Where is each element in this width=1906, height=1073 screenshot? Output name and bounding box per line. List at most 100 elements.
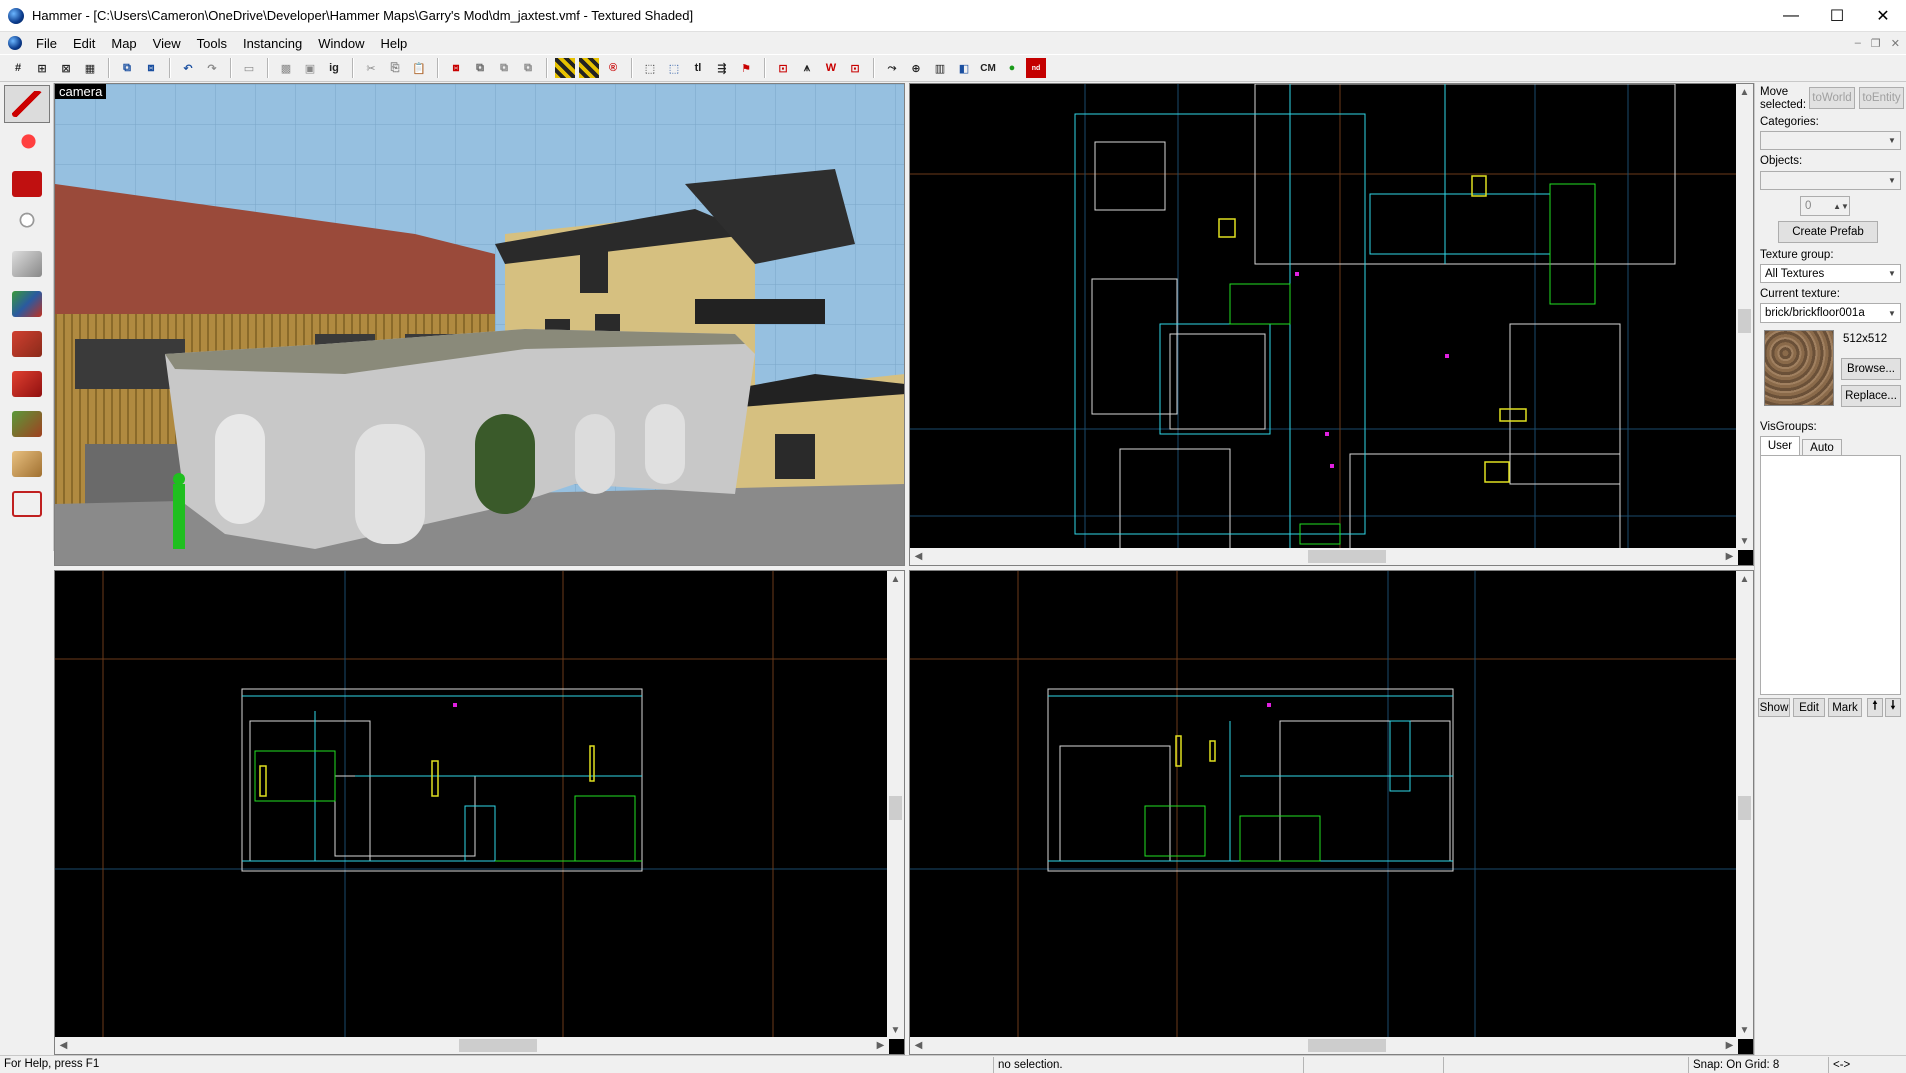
scroll-up-arrow-icon[interactable]: ▲	[1736, 571, 1753, 588]
texture-group-dropdown[interactable]: All Textures ▼	[1760, 264, 1901, 283]
vertex-tool-icon[interactable]: ⤳	[882, 58, 902, 78]
selection-tool[interactable]	[4, 85, 50, 123]
tool-brush-icon[interactable]: ⧈	[446, 58, 466, 78]
menu-view[interactable]: View	[145, 36, 189, 51]
visgroups-list[interactable]	[1760, 455, 1901, 695]
menu-map[interactable]: Map	[103, 36, 144, 51]
grid-3d-icon[interactable]: ▦	[80, 58, 100, 78]
to-world-button[interactable]: toWorld	[1809, 87, 1855, 109]
check-problems-icon[interactable]: ⊡	[845, 58, 865, 78]
menu-instancing[interactable]: Instancing	[235, 36, 310, 51]
scroll-down-arrow-icon[interactable]: ▼	[1736, 1022, 1753, 1039]
scrollbar-thumb[interactable]	[1308, 550, 1386, 563]
group-icon[interactable]: ⧈	[141, 58, 161, 78]
snap-grid-icon[interactable]: ▣	[300, 58, 320, 78]
scroll-left-arrow-icon[interactable]: ◀	[55, 1037, 72, 1054]
menu-help[interactable]: Help	[372, 36, 415, 51]
toggle-flags-icon[interactable]: ⚑	[736, 58, 756, 78]
show-button[interactable]: Show	[1758, 698, 1790, 717]
ignore-group-icon[interactable]: ig	[324, 58, 344, 78]
minimize-button[interactable]: —	[1768, 0, 1814, 32]
view-3d-icon[interactable]: ⊕	[906, 58, 926, 78]
create-prefab-button[interactable]: Create Prefab	[1778, 221, 1878, 243]
front-view-horizontal-scrollbar[interactable]: ◀ ▶	[55, 1037, 889, 1054]
mark-button[interactable]: Mark	[1828, 698, 1862, 717]
tool-entity-icon[interactable]: ⧉	[470, 58, 490, 78]
scroll-right-arrow-icon[interactable]: ▶	[1721, 1037, 1738, 1054]
scroll-right-arrow-icon[interactable]: ▶	[872, 1037, 889, 1054]
menu-tools[interactable]: Tools	[189, 36, 235, 51]
menu-window[interactable]: Window	[310, 36, 372, 51]
auto-selection-icon[interactable]: ⬚	[664, 58, 684, 78]
compile-icon[interactable]: ⊡	[773, 58, 793, 78]
scroll-down-arrow-icon[interactable]: ▼	[1736, 533, 1753, 550]
grid-larger-icon[interactable]: ⊠	[56, 58, 76, 78]
menu-edit[interactable]: Edit	[65, 36, 103, 51]
copy-icon[interactable]: ⎘	[385, 58, 405, 78]
cordon-icon[interactable]: ⩚	[797, 58, 817, 78]
scroll-up-arrow-icon[interactable]: ▲	[1736, 84, 1753, 101]
spin-arrows-icon[interactable]: ▲▼	[1833, 197, 1849, 215]
grid-smaller-icon[interactable]: ⊞	[32, 58, 52, 78]
entity-tool[interactable]	[4, 205, 50, 243]
selection-box-icon[interactable]: ⬚	[640, 58, 660, 78]
overlay-tool[interactable]	[4, 405, 50, 443]
decal-tool[interactable]	[4, 365, 50, 403]
clipping-tool[interactable]	[4, 445, 50, 483]
close-button[interactable]: ✕	[1860, 0, 1906, 32]
paste-icon[interactable]: 📋	[409, 58, 429, 78]
toggle-helpers-icon[interactable]: tl	[688, 58, 708, 78]
mdi-close-button[interactable]: ✕	[1891, 37, 1900, 50]
scroll-up-arrow-icon[interactable]: ▲	[887, 571, 904, 588]
front-view-vertical-scrollbar[interactable]: ▲ ▼	[887, 571, 904, 1039]
texture-application-tool[interactable]	[4, 285, 50, 323]
scrollbar-thumb[interactable]	[1308, 1039, 1386, 1052]
move-up-button[interactable]: 🠕	[1867, 698, 1883, 717]
tab-auto[interactable]: Auto	[1802, 439, 1842, 455]
scrollbar-thumb[interactable]	[459, 1039, 537, 1052]
vertex-manipulation-tool[interactable]	[4, 485, 50, 523]
front-2d-viewport[interactable]: ▲ ▼ ◀ ▶	[54, 570, 905, 1055]
scrollbar-thumb[interactable]	[1738, 796, 1751, 820]
mdi-minimize-button[interactable]: –	[1855, 37, 1861, 49]
top-view-horizontal-scrollbar[interactable]: ◀ ▶	[910, 548, 1738, 565]
current-texture-dropdown[interactable]: brick/brickfloor001a ▼	[1760, 303, 1901, 323]
texture-lock-icon[interactable]	[555, 58, 575, 78]
camera-viewport[interactable]: camera	[54, 83, 905, 566]
grid-toggle-icon[interactable]: #	[8, 58, 28, 78]
scrollbar-thumb[interactable]	[1738, 309, 1751, 333]
tab-user[interactable]: User	[1760, 436, 1800, 455]
lightmap-icon[interactable]: ◧	[954, 58, 974, 78]
texture-scale-lock-icon[interactable]	[579, 58, 599, 78]
run-map-icon[interactable]: W	[821, 58, 841, 78]
categories-dropdown[interactable]: ▼	[1760, 131, 1901, 150]
scrollbar-thumb[interactable]	[889, 796, 902, 820]
leaf-icon[interactable]: ●	[1002, 58, 1022, 78]
side-view-vertical-scrollbar[interactable]: ▲ ▼	[1736, 571, 1753, 1039]
menu-file[interactable]: File	[28, 36, 65, 51]
undo-icon[interactable]: ↶	[178, 58, 198, 78]
maximize-button[interactable]: ☐	[1814, 0, 1860, 32]
toggle-models-icon[interactable]: ⇶	[712, 58, 732, 78]
edit-button[interactable]: Edit	[1793, 698, 1825, 717]
redo-icon[interactable]: ↷	[202, 58, 222, 78]
apply-current-texture-tool[interactable]	[4, 325, 50, 363]
cubemap-icon[interactable]: CM	[978, 58, 998, 78]
magnify-tool[interactable]	[4, 125, 50, 163]
scroll-left-arrow-icon[interactable]: ◀	[910, 1037, 927, 1054]
count-spinner[interactable]: 0 ▲▼	[1800, 196, 1850, 216]
side-2d-viewport[interactable]: ▲ ▼ ◀ ▶	[909, 570, 1754, 1055]
tool-ungroup-icon[interactable]: ⧉	[518, 58, 538, 78]
nodraw-icon[interactable]: nd	[1026, 58, 1046, 78]
move-down-button[interactable]: 🠗	[1885, 698, 1901, 717]
select-grid-icon[interactable]: ▩	[276, 58, 296, 78]
objects-dropdown[interactable]: ▼	[1760, 171, 1901, 190]
carve-icon[interactable]: ⧉	[117, 58, 137, 78]
browse-button[interactable]: Browse...	[1841, 358, 1901, 380]
block-tool[interactable]	[4, 245, 50, 283]
camera-tool[interactable]	[4, 165, 50, 203]
scroll-right-arrow-icon[interactable]: ▶	[1721, 548, 1738, 565]
cut-icon[interactable]: ✂	[361, 58, 381, 78]
top-view-vertical-scrollbar[interactable]: ▲ ▼	[1736, 84, 1753, 550]
document-icon[interactable]	[8, 36, 22, 50]
